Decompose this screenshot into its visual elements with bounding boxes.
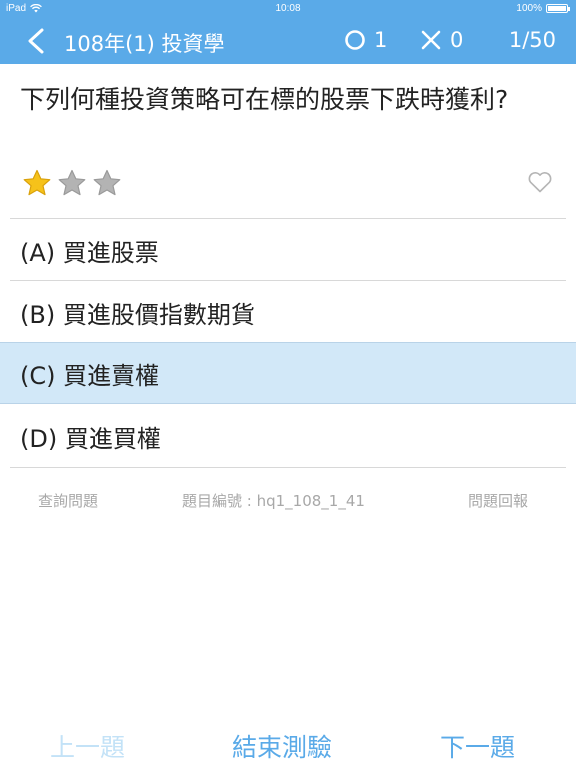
difficulty-stars [22,168,122,198]
correct-count: 1 [374,28,388,52]
question-id: 題目編號 : hq1_108_1_41 [182,492,365,510]
option-label: (B) 買進股價指數期貨 [20,300,255,329]
divider [10,467,566,468]
query-question-link[interactable]: 查詢問題 [38,490,98,511]
prev-question-button[interactable]: 上一題 [50,728,125,764]
option-label: (A) 買進股票 [20,238,159,267]
option-label: (C) 買進賣權 [20,361,160,390]
question-text: 下列何種投資策略可在標的股票下跌時獲利? [20,85,509,114]
option-c[interactable]: (C) 買進賣權 [0,342,576,404]
battery-percent: 100% [516,3,542,14]
status-bar: iPad 10:08 100% [0,0,576,18]
battery-icon [546,4,570,13]
question-progress: 1/50 [508,28,556,52]
option-b[interactable]: (B) 買進股價指數期貨 [0,281,576,343]
wrong-counter: 0 [420,28,463,52]
option-label: (D) 買進買權 [20,424,161,453]
end-test-button[interactable]: 結束測驗 [232,728,332,764]
option-a[interactable]: (A) 買進股票 [0,219,576,281]
back-chevron-icon[interactable] [22,27,52,55]
correct-counter: 1 [344,28,387,52]
cross-icon [421,30,441,50]
nav-bar: 108年(1) 投資學 1 0 1/50 [0,18,576,64]
status-time: 10:08 [275,3,301,14]
circle-icon [345,30,365,50]
wrong-count: 0 [450,28,464,52]
page-title: 108年(1) 投資學 [64,32,225,56]
report-question-link[interactable]: 問題回報 [468,490,528,511]
favorite-heart-icon[interactable] [527,170,553,194]
bottom-nav: 上一題 結束測驗 下一題 [0,722,576,768]
star-icon [23,169,51,196]
star-icon [58,169,86,196]
next-question-button[interactable]: 下一題 [440,728,515,764]
option-d[interactable]: (D) 買進買權 [0,405,576,467]
star-icon [93,169,121,196]
